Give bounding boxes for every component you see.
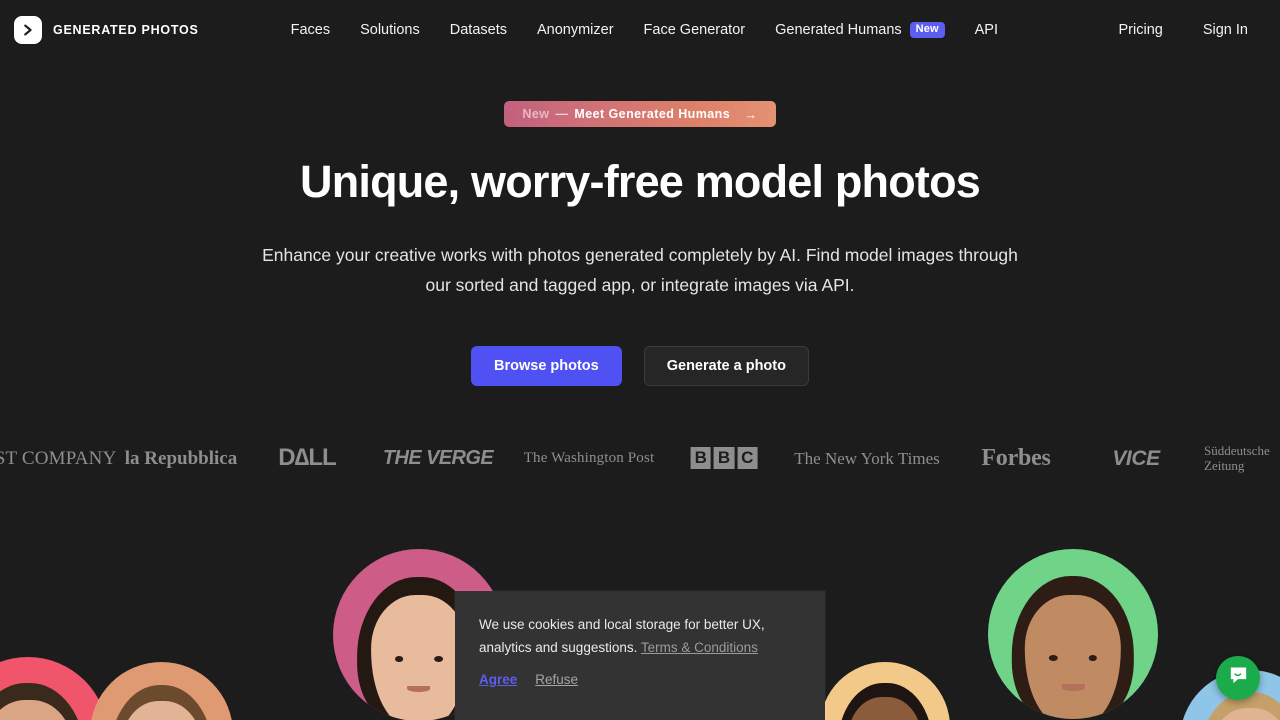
avatar-eye-right	[1088, 655, 1097, 662]
chat-bubble-smile-icon	[1227, 664, 1250, 692]
avatar-face	[838, 682, 932, 720]
avatar-skin	[1025, 594, 1121, 719]
press-logo-fast-company: FAST COMPANY	[0, 447, 117, 469]
cookie-refuse-button[interactable]: Refuse	[535, 672, 578, 687]
cookie-banner-actions: Agree Refuse	[479, 672, 801, 687]
nav-new-badge: New	[909, 21, 945, 39]
nav-item-generated-humans-label: Generated Humans	[775, 21, 902, 38]
press-logo-new-york-times: The New York Times	[794, 448, 940, 468]
press-logo-dell: D∆LL	[278, 444, 336, 471]
announcement-dash: —	[555, 107, 569, 121]
press-logo-strip: FAST COMPANY la Repubblica D∆LL THE VERG…	[0, 438, 1280, 478]
top-navigation-bar: GENERATED PHOTOS Faces Solutions Dataset…	[0, 0, 1280, 60]
nav-item-anonymizer[interactable]: Anonymizer	[537, 23, 614, 38]
press-logo-the-verge: THE VERGE	[382, 447, 494, 469]
nav-item-pricing[interactable]: Pricing	[1119, 23, 1163, 38]
avatar-6[interactable]	[988, 549, 1158, 719]
avatar-2[interactable]	[90, 662, 233, 720]
avatar-skin	[370, 595, 468, 720]
primary-nav: Faces Solutions Datasets Anonymizer Face…	[291, 21, 998, 39]
terms-and-conditions-link[interactable]: Terms & Conditions	[641, 640, 758, 655]
bbc-letter-c: C	[737, 446, 758, 470]
avatar-eye-right	[434, 656, 444, 663]
press-logo-vice: VICE	[1112, 446, 1160, 470]
brand-name: GENERATED PHOTOS	[53, 23, 199, 37]
press-logo-la-repubblica: la Repubblica	[124, 447, 238, 469]
hero-section: New — Meet Generated Humans → Unique, wo…	[0, 60, 1280, 386]
generate-a-photo-button[interactable]: Generate a photo	[643, 345, 809, 386]
announcement-pill[interactable]: New — Meet Generated Humans →	[504, 101, 776, 127]
nav-item-datasets[interactable]: Datasets	[450, 23, 507, 38]
arrow-right-icon: →	[744, 106, 758, 122]
nav-item-api[interactable]: API	[975, 23, 998, 38]
hero-subtitle: Enhance your creative works with photos …	[262, 244, 1018, 295]
press-logo-bbc: B B C	[690, 446, 758, 470]
announcement-tag: New	[522, 107, 550, 121]
nav-item-solutions[interactable]: Solutions	[360, 23, 420, 38]
avatar-5[interactable]	[820, 662, 950, 720]
avatar-mouth	[1061, 684, 1085, 691]
avatar-face	[0, 682, 86, 720]
avatar-face	[1011, 576, 1135, 719]
announcement-text: Meet Generated Humans	[574, 107, 731, 121]
avatar-eye-left	[394, 656, 404, 663]
press-logo-washington-post: The Washington Post	[523, 449, 655, 466]
cookie-consent-banner: We use cookies and local storage for bet…	[455, 591, 825, 720]
bbc-letter-b2: B	[713, 446, 735, 470]
brand-logo[interactable]: GENERATED PHOTOS	[14, 16, 199, 44]
hero-cta-row: Browse photos Generate a photo	[0, 345, 1280, 386]
cookie-banner-text: We use cookies and local storage for bet…	[479, 613, 801, 659]
nav-item-faces[interactable]: Faces	[291, 23, 331, 38]
nav-item-sign-in[interactable]: Sign In	[1203, 23, 1248, 38]
browse-photos-button[interactable]: Browse photos	[471, 345, 622, 386]
secondary-nav: Pricing Sign In	[1119, 23, 1248, 38]
avatar-1[interactable]	[0, 657, 108, 720]
nav-item-face-generator[interactable]: Face Generator	[644, 23, 746, 38]
avatar-mouth	[407, 685, 431, 693]
bbc-letter-b1: B	[690, 446, 711, 470]
chat-launcher-button[interactable]	[1216, 656, 1260, 700]
avatar-face	[110, 684, 213, 720]
press-logo-sueddeutsche-zeitung: Süddeutsche Zeitung	[1204, 443, 1270, 473]
cookie-agree-button[interactable]: Agree	[479, 672, 517, 687]
nav-item-generated-humans[interactable]: Generated Humans New	[775, 21, 945, 39]
announcement-wrap: New — Meet Generated Humans →	[0, 101, 1280, 127]
page-title: Unique, worry-free model photos	[300, 156, 981, 207]
chevron-right-mark-icon	[14, 16, 42, 44]
press-logo-forbes: Forbes	[981, 445, 1051, 471]
avatar-eye-left	[1049, 655, 1058, 662]
